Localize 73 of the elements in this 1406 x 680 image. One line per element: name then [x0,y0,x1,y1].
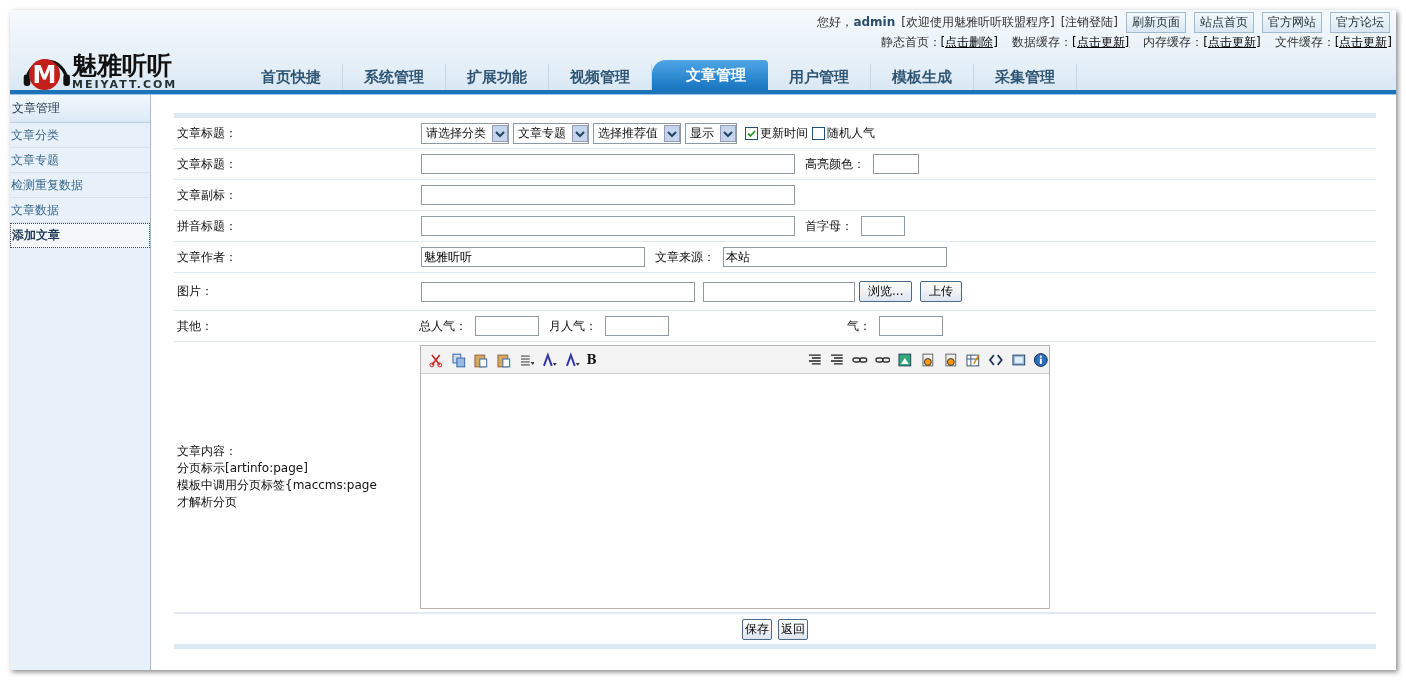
text-field[interactable] [605,316,669,336]
content-label: 文章内容： 分页标示[artinfo:page] 模板中调用分页标签{maccms:page 才解析分页 [176,443,378,511]
field-label: 文章作者： [176,248,238,266]
text-field[interactable] [421,216,795,236]
nav-tab[interactable]: 文章管理 [652,60,768,90]
greeting-text: 您好，admin [817,13,896,31]
text-field[interactable]: 魅雅听听 [421,247,645,267]
paste-text-icon[interactable] [495,351,512,368]
browse-button[interactable]: 浏览... [859,281,913,302]
info-icon[interactable] [1033,351,1049,368]
align-icon[interactable] [806,351,823,368]
text-field[interactable] [475,316,539,336]
cache-label: 文件缓存： [1274,35,1335,49]
welcome-text: [欢迎使用魅雅听听联盟程序] [901,13,1055,31]
sidebar-item[interactable]: 文章专题 [10,148,150,173]
cache-label: 内存缓存： [1143,35,1204,49]
field-label: 文章来源： [655,248,715,266]
field-label: 文章标题： [176,155,238,173]
dropdown[interactable]: 文章专题 [513,122,589,144]
text-field[interactable] [861,216,905,236]
field-label: 首字母： [805,217,853,235]
cache-link[interactable]: [点击更新] [1334,35,1392,49]
field-label: 总人气： [419,317,467,335]
logo-domain: MEIYATT.COM [72,79,178,90]
logout-link[interactable]: [注销登陆] [1060,13,1118,31]
bold-button[interactable]: B [586,352,597,367]
file-path-field[interactable] [703,281,855,302]
media-icon[interactable] [942,351,959,368]
cache-link[interactable]: [点击删除] [940,35,998,49]
image-icon[interactable] [897,351,914,368]
header-button[interactable]: 官方网站 [1262,11,1322,33]
cache-link[interactable]: [点击更新] [1071,35,1130,49]
rich-text-editor[interactable]: B [420,345,1050,609]
header-button[interactable]: 刷新页面 [1126,11,1186,33]
panel-icon[interactable] [1010,351,1027,368]
checkbox[interactable] [745,126,758,140]
text-field[interactable] [421,154,795,174]
sidebar-item[interactable]: 添加文章 [10,223,150,248]
dropdown[interactable]: 选择推荐值 [593,122,681,144]
table-icon[interactable] [965,351,981,368]
field-label: 其他： [176,317,214,335]
dropdown[interactable]: 显示 [685,122,737,144]
text-field[interactable]: 本站 [723,247,947,267]
cache-label: 静态首页： [880,35,941,49]
indent-icon[interactable] [829,351,846,368]
paste-icon[interactable] [473,351,489,368]
text-field[interactable] [873,154,919,174]
save-button[interactable]: 保存 [742,618,772,640]
header-button[interactable]: 站点首页 [1194,11,1254,33]
field-label: 月人气： [549,317,597,335]
back-button[interactable]: 返回 [778,618,808,640]
checkbox-label: 随机人气 [827,124,875,142]
dropdown[interactable]: 请选择分类 [421,122,509,144]
field-label: 气： [847,317,871,335]
logo-text: 魅雅听听 [72,53,173,79]
cache-link[interactable]: [点击更新] [1203,35,1261,49]
sidebar-title: 文章管理 [10,95,150,123]
field-label: 拼音标题： [176,217,238,235]
field-label: 图片： [176,283,214,300]
sidebar-item[interactable]: 文章分类 [10,123,150,148]
text-field[interactable] [421,281,695,302]
text-field[interactable] [421,185,795,205]
upload-button[interactable]: 上传 [920,281,963,302]
text-field[interactable] [879,316,943,336]
field-label: 文章副标： [176,186,238,204]
checkbox-label: 更新时间 [760,124,808,142]
field-label: 文章标题： [176,124,238,142]
checkbox[interactable] [812,126,825,140]
cache-label: 数据缓存： [1011,35,1072,49]
sidebar-item[interactable]: 检测重复数据 [10,173,150,198]
copy-icon[interactable] [450,351,467,368]
header-button[interactable]: 官方论坛 [1330,11,1390,33]
field-label: 高亮颜色： [805,155,865,173]
